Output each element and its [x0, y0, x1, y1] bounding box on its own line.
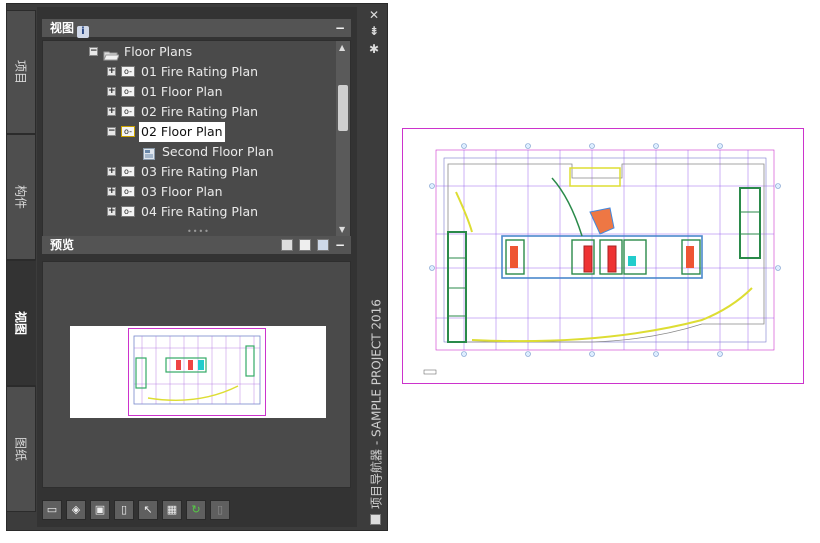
floor-plan-view-icon: o- — [121, 186, 135, 197]
floor-plan-view-locked-icon: o- — [121, 126, 135, 137]
palette-title: 项目导航器 - SAMPLE PROJECT 2016 — [369, 299, 384, 509]
tab-sheets[interactable]: 图纸 — [7, 386, 36, 512]
expand-icon[interactable]: + — [107, 107, 116, 116]
palette-menu-icon[interactable] — [370, 514, 381, 525]
drawing-floor-plan — [402, 128, 804, 384]
expand-icon[interactable]: + — [107, 207, 116, 216]
tree-item-label: 02 Fire Rating Plan — [141, 104, 259, 119]
scroll-up-icon[interactable]: ▲ — [339, 43, 345, 52]
minimize-icon[interactable]: − — [335, 236, 345, 254]
tree-scrollbar[interactable]: ▲ ▼ — [336, 41, 350, 238]
bottom-toolbar: ▭ ◈ ▣ ▯ ↖ ▦ ↻ ▯ — [42, 497, 351, 523]
tree-item-label: Second Floor Plan — [162, 144, 274, 159]
refresh-icon[interactable]: ↻ — [186, 500, 206, 520]
tab-constructs[interactable]: 构件 — [7, 134, 36, 260]
expand-icon[interactable]: + — [107, 87, 116, 96]
views-panel-header: 视图 i − — [42, 19, 351, 38]
collapse-icon[interactable]: − — [89, 47, 98, 56]
tab-sheets-label: 图纸 — [13, 436, 28, 462]
new-camera-view-icon[interactable]: ◈ — [66, 500, 86, 520]
placeholder-icon[interactable]: ▯ — [210, 500, 230, 520]
new-view-icon[interactable]: ▭ — [42, 500, 62, 520]
navigator-content: 视图 i − − Floor Plans + o- 01 Fire Rating … — [37, 7, 357, 527]
info-icon[interactable]: i — [77, 26, 90, 38]
views-panel-title: 视图 — [50, 21, 75, 35]
tab-project[interactable]: 项目 — [7, 10, 36, 134]
view-properties-icon[interactable]: ↖ — [138, 500, 158, 520]
tab-constructs-label: 构件 — [13, 184, 28, 210]
tab-views[interactable]: 视图 — [7, 260, 36, 386]
scroll-thumb[interactable] — [338, 85, 348, 131]
project-navigator-palette: 项目 构件 视图 图纸 视图 i − − Floor Plans + o- 01 … — [6, 3, 388, 531]
tree-item-label: 04 Fire Rating Plan — [141, 204, 259, 219]
floor-plan-view-icon: o- — [121, 206, 135, 217]
expand-icon[interactable]: + — [107, 187, 116, 196]
minimize-icon[interactable]: − — [335, 19, 345, 37]
tree-item-label: 02 Floor Plan — [139, 122, 225, 142]
tree-item-label: 03 Floor Plan — [141, 184, 223, 199]
sheet-setup-icon[interactable]: ▦ — [162, 500, 182, 520]
tree-item-label: 03 Fire Rating Plan — [141, 164, 259, 179]
fit-view-icon[interactable] — [298, 239, 311, 251]
preview-floor-plan — [128, 328, 266, 416]
tab-project-label: 项目 — [13, 59, 28, 85]
preview-panel-title: 预览 — [50, 238, 75, 252]
floor-plan-view-icon: o- — [121, 86, 135, 97]
render-icon[interactable] — [317, 239, 329, 251]
tree-item-label: Floor Plans — [124, 44, 193, 59]
collapse-icon[interactable]: − — [107, 127, 116, 136]
floor-plan-view-icon: o- — [121, 166, 135, 177]
navigator-tabs: 项目 构件 视图 图纸 — [7, 4, 37, 532]
views-tree: − Floor Plans + o- 01 Fire Rating Plan +… — [42, 40, 351, 239]
tree-item-label: 01 Fire Rating Plan — [141, 64, 259, 79]
sheet-icon — [143, 146, 155, 160]
new-section-icon[interactable]: ▣ — [90, 500, 110, 520]
preview-mode-icon[interactable] — [280, 239, 293, 251]
floor-plan-view-icon: o- — [121, 66, 135, 77]
preview-header-icons — [279, 238, 329, 256]
scroll-down-icon[interactable]: ▼ — [339, 225, 345, 234]
expand-icon[interactable]: + — [107, 67, 116, 76]
palette-title-bar[interactable]: ✕ ⇟ ✱ 项目导航器 - SAMPLE PROJECT 2016 — [365, 4, 387, 532]
tab-views-label: 视图 — [13, 310, 28, 336]
auto-hide-icon[interactable]: ⇟ — [369, 24, 379, 38]
delete-view-icon[interactable]: ▯ — [114, 500, 134, 520]
close-icon[interactable]: ✕ — [369, 8, 379, 22]
preview-area — [42, 261, 351, 488]
properties-icon[interactable]: ✱ — [369, 42, 379, 56]
tree-item-label: 01 Floor Plan — [141, 84, 223, 99]
splitter-grip[interactable]: •••• — [187, 227, 210, 236]
expand-icon[interactable]: + — [107, 167, 116, 176]
preview-panel-header: 预览 − — [42, 236, 351, 254]
folder-open-icon — [103, 47, 120, 61]
floor-plan-view-icon: o- — [121, 106, 135, 117]
